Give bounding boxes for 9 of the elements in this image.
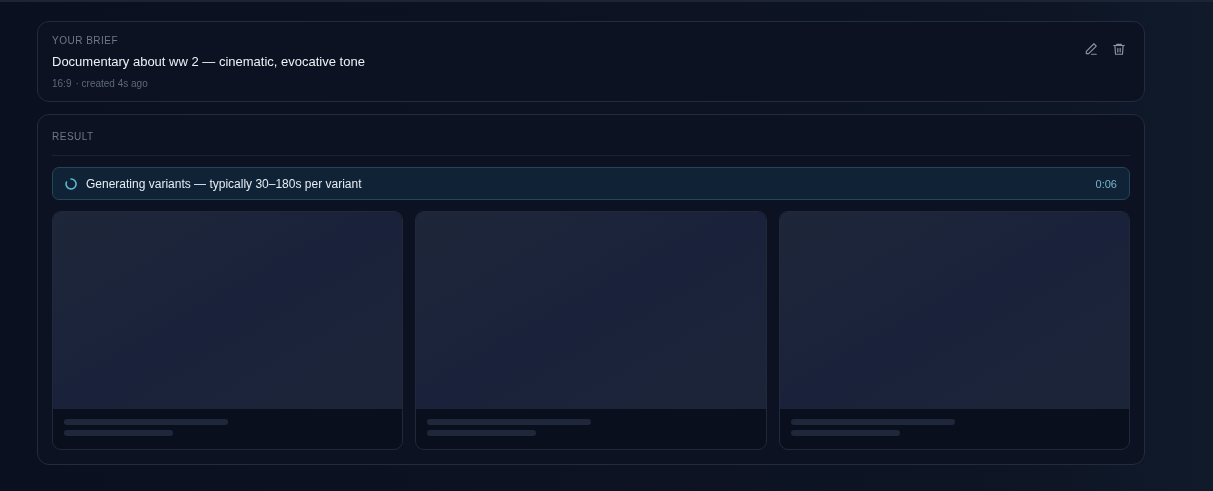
aspect-ratio: 16:9 (52, 78, 72, 89)
status-text: Generating variants — typically 30–180s per variant (86, 176, 362, 191)
elapsed-time: 0:06 (1095, 177, 1117, 190)
brief-title: Documentary about ww 2 — cinematic, evocative tone (52, 54, 365, 69)
created-time: · created 4s ago (75, 78, 148, 89)
section-label: RESULT (52, 131, 95, 142)
section-label: YOUR BRIEF (52, 35, 120, 46)
pencil-icon (1084, 42, 1098, 56)
trash-icon (1112, 42, 1126, 56)
